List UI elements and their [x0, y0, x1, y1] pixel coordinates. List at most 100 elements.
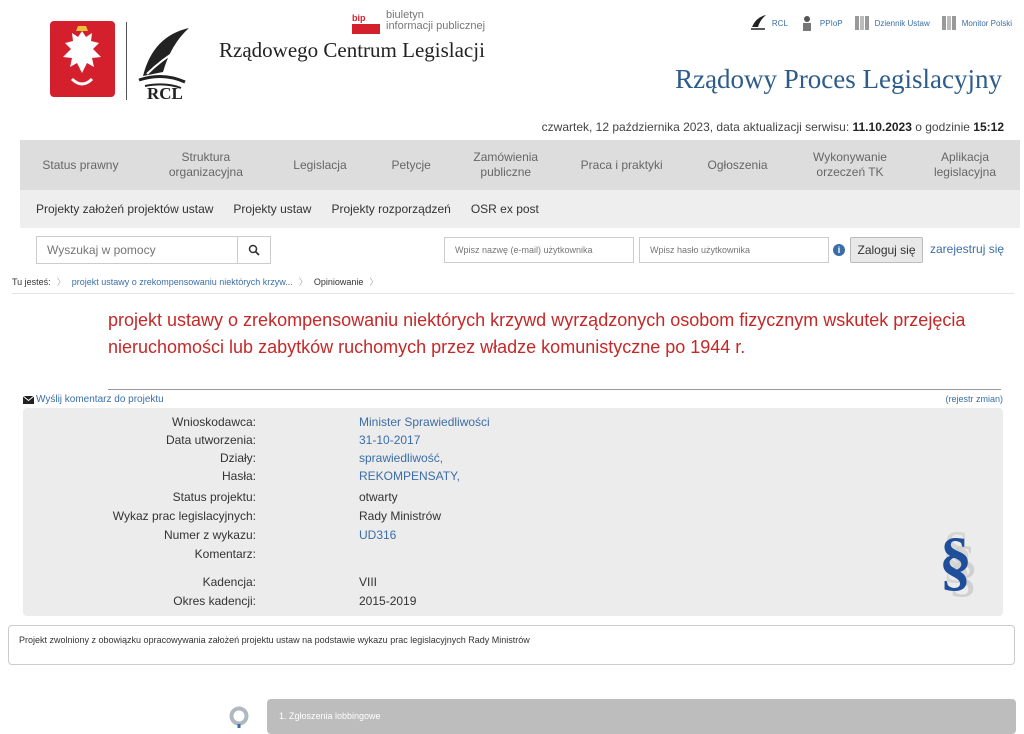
- paragraph-icon: § § §: [939, 518, 979, 603]
- detail-label: Wnioskodawca:: [171, 415, 256, 429]
- detail-value: VIII: [359, 575, 378, 589]
- nav-status-prawny[interactable]: Status prawny: [20, 140, 141, 190]
- toplink-label: RCL: [771, 18, 788, 28]
- main-nav: Status prawny Struktura organizacyjna Le…: [20, 140, 1020, 190]
- detail-label: Hasła:: [221, 469, 256, 483]
- detail-row-okres-kadencji: Okres kadencji: 2015-2019: [23, 594, 923, 612]
- help-search: [36, 236, 271, 264]
- breadcrumb-separator: 〉: [56, 277, 66, 287]
- detail-row-kadencja: Kadencja: VIII: [23, 575, 923, 593]
- svg-text:§: §: [939, 525, 972, 598]
- project-details: Wnioskodawca: Minister Sprawiedliwości D…: [23, 408, 1003, 616]
- nav-struktura-organizacyjna[interactable]: Struktura organizacyjna: [141, 140, 271, 190]
- search-button[interactable]: [238, 237, 270, 263]
- toplink-label: Monitor Polski: [961, 18, 1012, 28]
- breadcrumb-separator: 〉: [369, 277, 379, 287]
- title-divider: [108, 389, 1001, 390]
- dateline-mid: o godzinie: [911, 120, 974, 134]
- nav-ogloszenia[interactable]: Ogłoszenia: [685, 140, 790, 190]
- monitor-polski-icon: [941, 16, 956, 30]
- dateline-prefix: czwartek, 12 października 2023, data akt…: [541, 120, 853, 134]
- detail-value: 2015-2019: [359, 594, 417, 608]
- sub-nav: Projekty założeń projektów ustaw Projekt…: [20, 190, 1020, 228]
- detail-row-hasla: Hasła: REKOMPENSATY,: [23, 469, 923, 487]
- toplink-dziennik-ustaw[interactable]: Dziennik Ustaw: [853, 14, 930, 32]
- toplink-label: Dziennik Ustaw: [874, 18, 930, 28]
- detail-label: Status projektu:: [172, 490, 256, 504]
- detail-row-status: Status projektu: otwarty: [23, 490, 923, 508]
- password-field[interactable]: [639, 237, 829, 263]
- rcl-logo-text: RCL: [147, 84, 183, 103]
- dateline-date: 11.10.2023: [852, 120, 912, 134]
- project-note: Projekt zwolniony z obowiązku opracowywa…: [8, 625, 1015, 665]
- help-search-input[interactable]: [37, 237, 238, 263]
- detail-value[interactable]: REKOMPENSATY,: [359, 469, 460, 483]
- subnav-osr-ex-post[interactable]: OSR ex post: [471, 202, 539, 216]
- detail-value[interactable]: UD316: [359, 528, 396, 542]
- subnav-projekty-rozporzadzen[interactable]: Projekty rozporządzeń: [331, 202, 450, 216]
- envelope-icon: [23, 395, 34, 404]
- dziennik-ustaw-icon: [854, 16, 869, 30]
- subnav-projekty-zalozen[interactable]: Projekty założeń projektów ustaw: [36, 202, 213, 216]
- bip-flag-icon: [352, 24, 380, 34]
- nav-zamowienia-publiczne[interactable]: Zamówienia publiczne: [453, 140, 558, 190]
- subnav-projekty-ustaw[interactable]: Projekty ustaw: [233, 202, 311, 216]
- send-comment-label: Wyślij komentarz do projektu: [36, 394, 164, 405]
- detail-label: Data utworzenia:: [165, 433, 256, 447]
- update-dateline: czwartek, 12 października 2023, data akt…: [542, 120, 1004, 134]
- search-login-row: i Zaloguj się zarejestruj się: [20, 236, 1020, 264]
- detail-row-numer: Numer z wykazu: UD316: [23, 528, 923, 546]
- detail-label: Okres kadencji:: [173, 594, 256, 608]
- timeline-node-icon: [229, 706, 249, 728]
- project-title: projekt ustawy o zrekompensowaniu niektó…: [108, 310, 966, 357]
- detail-row-komentarz: Komentarz:: [23, 547, 923, 565]
- nav-aplikacja-legislacyjna[interactable]: Aplikacja legislacyjna: [910, 140, 1020, 190]
- breadcrumb: Tu jesteś: 〉 projekt ustawy o zrekompens…: [12, 275, 378, 288]
- bip-text: biuletyn informacji publicznej: [386, 10, 485, 32]
- detail-label: Kadencja:: [202, 575, 256, 589]
- bip-line-2: informacji publicznej: [386, 20, 486, 32]
- breadcrumb-item-project[interactable]: projekt ustawy o zrekompensowaniu niektó…: [72, 277, 293, 287]
- ppiop-icon: [802, 16, 811, 31]
- toplink-ppiop[interactable]: PPIoP: [798, 14, 843, 32]
- search-icon: [248, 244, 260, 256]
- polish-emblem-logo[interactable]: [50, 21, 115, 97]
- toplink-rcl[interactable]: RCL: [750, 14, 788, 32]
- header-divider: [126, 22, 127, 100]
- send-comment-link[interactable]: Wyślij komentarz do projektu: [23, 394, 164, 405]
- breadcrumb-item-current: Opiniowanie: [313, 276, 364, 287]
- detail-row-wykaz: Wykaz prac legislacyjnych: Rady Ministró…: [23, 509, 923, 527]
- detail-value[interactable]: sprawiedliwość,: [359, 451, 443, 465]
- detail-value[interactable]: Minister Sprawiedliwości: [359, 415, 490, 429]
- site-title[interactable]: Rządowy Proces Legislacyjny: [675, 64, 1002, 95]
- changelog-link[interactable]: (rejestr zmian): [945, 394, 1003, 404]
- detail-value[interactable]: 31-10-2017: [359, 433, 420, 447]
- info-icon[interactable]: i: [833, 244, 845, 256]
- detail-row-data-utworzenia: Data utworzenia: 31-10-2017: [23, 433, 923, 451]
- breadcrumb-prefix: Tu jesteś:: [12, 276, 51, 287]
- register-link[interactable]: zarejestruj się: [930, 242, 1004, 256]
- breadcrumb-separator: 〉: [298, 277, 308, 287]
- login-button[interactable]: Zaloguj się: [850, 237, 923, 263]
- top-links: RCL PPIoP Dziennik Ustaw Monitor Polski: [750, 14, 1012, 32]
- bip-badge: bip: [352, 13, 380, 24]
- nav-petycje[interactable]: Petycje: [369, 140, 453, 190]
- detail-value: Rady Ministrów: [359, 509, 442, 523]
- toplink-label: PPIoP: [819, 18, 843, 28]
- nav-wykonywanie-orzeczen-tk[interactable]: Wykonywanie orzeczeń TK: [790, 140, 910, 190]
- toplink-monitor-polski[interactable]: Monitor Polski: [940, 14, 1012, 32]
- detail-label: Numer z wykazu:: [163, 528, 256, 542]
- rcl-small-icon: [750, 15, 766, 30]
- detail-row-wnioskodawca: Wnioskodawca: Minister Sprawiedliwości: [23, 415, 923, 433]
- detail-value: otwarty: [359, 490, 398, 504]
- org-name[interactable]: Rządowego Centrum Legislacji: [219, 38, 485, 63]
- bip-link[interactable]: bip biuletyn informacji publicznej: [352, 10, 492, 38]
- breadcrumb-divider: [12, 293, 1014, 294]
- nav-legislacja[interactable]: Legislacja: [271, 140, 369, 190]
- detail-label: Komentarz:: [194, 547, 256, 561]
- timeline-stage-lobbying[interactable]: 1. Zgłoszenia lobbingowe: [267, 699, 1016, 734]
- detail-label: Działy:: [219, 451, 256, 465]
- rcl-logo[interactable]: RCL: [135, 24, 195, 104]
- username-field[interactable]: [444, 237, 634, 263]
- nav-praca-i-praktyki[interactable]: Praca i praktyki: [558, 140, 685, 190]
